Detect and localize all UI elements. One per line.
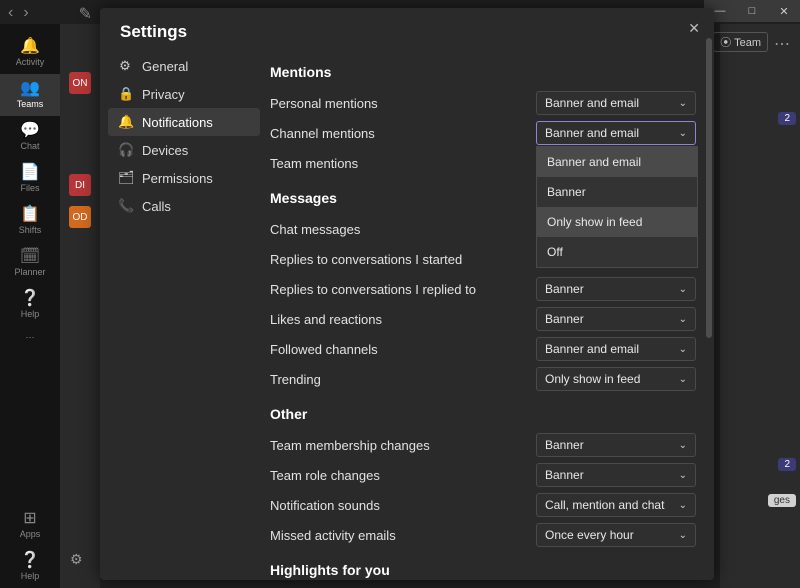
file-icon: 📄 <box>20 165 40 181</box>
settings-nav-privacy[interactable]: 🔒Privacy <box>108 80 260 108</box>
dropdown-membership-changes[interactable]: Banner⌄ <box>536 433 696 457</box>
team-tile[interactable]: ON <box>69 72 91 94</box>
chevron-down-icon: ⌄ <box>679 470 687 481</box>
unread-badge: 2 <box>778 112 796 125</box>
settings-nav-permissions[interactable]: 🗂Permissions <box>108 164 260 192</box>
maximize-button[interactable]: □ <box>736 0 768 22</box>
window-controls: — □ ✕ <box>704 0 800 22</box>
dropdown-personal-mentions[interactable]: Banner and email⌄ <box>536 91 696 115</box>
app-rail: 🔔Activity 👥Teams 💬Chat 📄Files 📋Shifts 🗓P… <box>0 24 60 588</box>
chevron-down-icon: ⌄ <box>679 530 687 541</box>
planner-icon: 🗓 <box>20 249 40 265</box>
settings-nav-calls[interactable]: 📞Calls <box>108 192 260 220</box>
row-notification-sounds: Notification soundsCall, mention and cha… <box>270 490 696 520</box>
forward-arrow[interactable]: › <box>23 4 28 24</box>
compose-icon[interactable]: ✎ <box>79 4 92 24</box>
row-membership-changes: Team membership changesBanner⌄ <box>270 430 696 460</box>
rail-chat[interactable]: 💬Chat <box>0 116 60 158</box>
rail-files[interactable]: 📄Files <box>0 158 60 200</box>
dropdown-role-changes[interactable]: Banner⌄ <box>536 463 696 487</box>
chevron-down-icon: ⌄ <box>679 314 687 325</box>
dropdown-option[interactable]: Banner <box>537 177 697 207</box>
dropdown-menu: Banner and email Banner Only show in fee… <box>536 146 698 268</box>
close-window-button[interactable]: ✕ <box>768 0 800 22</box>
settings-nav-devices[interactable]: 🎧Devices <box>108 136 260 164</box>
chevron-down-icon: ⌄ <box>679 344 687 355</box>
devices-icon: 🎧 <box>118 142 132 158</box>
permissions-icon: 🗂 <box>118 170 132 186</box>
phone-icon: 📞 <box>118 198 132 214</box>
manage-teams-icon[interactable]: ⚙ <box>70 551 83 568</box>
unread-badge: 2 <box>778 458 796 471</box>
shifts-icon: 📋 <box>20 207 40 223</box>
bell-icon: 🔔 <box>20 39 40 55</box>
bell-icon: 🔔 <box>118 114 132 130</box>
chevron-down-icon: ⌄ <box>679 284 687 295</box>
settings-dialog: Settings ✕ ⚙General 🔒Privacy 🔔Notificati… <box>100 8 714 580</box>
gear-icon: ⚙ <box>118 58 132 74</box>
settings-nav-notifications[interactable]: 🔔Notifications <box>108 108 260 136</box>
help-icon: ❔ <box>20 291 40 307</box>
row-personal-mentions: Personal mentions Banner and email⌄ <box>270 88 696 118</box>
rail-more[interactable]: ⋯ <box>26 326 35 349</box>
dropdown-trending[interactable]: Only show in feed⌄ <box>536 367 696 391</box>
msg-badge: ges <box>768 494 796 507</box>
settings-nav-general[interactable]: ⚙General <box>108 52 260 80</box>
section-highlights: Highlights for you <box>270 562 696 578</box>
dropdown-missed-activity[interactable]: Once every hour⌄ <box>536 523 696 547</box>
row-followed-channels: Followed channelsBanner and email⌄ <box>270 334 696 364</box>
dropdown-replies-replied[interactable]: Banner⌄ <box>536 277 696 301</box>
team-tile[interactable]: OD <box>69 206 91 228</box>
section-mentions: Mentions <box>270 64 696 80</box>
nav-arrows: ‹ › ✎ <box>8 4 92 24</box>
chat-icon: 💬 <box>20 123 40 139</box>
scrollbar[interactable] <box>706 38 712 572</box>
rail-help[interactable]: ❔Help <box>0 546 60 588</box>
dropdown-option[interactable]: Only show in feed <box>537 207 697 237</box>
row-missed-activity: Missed activity emailsOnce every hour⌄ <box>270 520 696 550</box>
chevron-down-icon: ⌄ <box>679 500 687 511</box>
chevron-down-icon: ⌄ <box>679 440 687 451</box>
chevron-down-icon: ⌄ <box>679 128 687 139</box>
row-replies-replied: Replies to conversations I replied toBan… <box>270 274 696 304</box>
rail-shifts[interactable]: 📋Shifts <box>0 200 60 242</box>
rail-planner[interactable]: 🗓Planner <box>0 242 60 284</box>
dropdown-likes-reactions[interactable]: Banner⌄ <box>536 307 696 331</box>
dropdown-option[interactable]: Off <box>537 237 697 267</box>
settings-panel: Mentions Personal mentions Banner and em… <box>260 52 714 580</box>
rail-teams[interactable]: 👥Teams <box>0 74 60 116</box>
row-trending: TrendingOnly show in feed⌄ <box>270 364 696 394</box>
team-tile[interactable]: DI <box>69 174 91 196</box>
rail-activity[interactable]: 🔔Activity <box>0 32 60 74</box>
bg-teams-column: ON DI OD <box>60 24 100 588</box>
help-icon: ❔ <box>20 553 40 569</box>
apps-icon: ⊞ <box>23 511 36 527</box>
dropdown-channel-mentions[interactable]: Banner and email⌄ Banner and email Banne… <box>536 121 696 145</box>
chevron-down-icon: ⌄ <box>679 374 687 385</box>
people-icon: 👥 <box>20 81 40 97</box>
channel-more-icon[interactable]: ⋯ <box>774 34 790 54</box>
team-scope-pill[interactable]: ⦿ Team <box>713 32 768 52</box>
settings-nav: ⚙General 🔒Privacy 🔔Notifications 🎧Device… <box>100 52 260 580</box>
settings-title: Settings <box>100 8 714 52</box>
row-role-changes: Team role changesBanner⌄ <box>270 460 696 490</box>
close-icon[interactable]: ✕ <box>688 20 700 37</box>
rail-apps[interactable]: ⊞Apps <box>0 504 60 546</box>
row-likes-reactions: Likes and reactionsBanner⌄ <box>270 304 696 334</box>
rail-help-small[interactable]: ❔Help <box>0 284 60 326</box>
scrollbar-thumb[interactable] <box>706 38 712 338</box>
dropdown-option[interactable]: Banner and email <box>537 147 697 177</box>
chevron-down-icon: ⌄ <box>679 98 687 109</box>
row-channel-mentions: Channel mentions Banner and email⌄ Banne… <box>270 118 696 148</box>
section-other: Other <box>270 406 696 422</box>
dropdown-followed-channels[interactable]: Banner and email⌄ <box>536 337 696 361</box>
dropdown-notification-sounds[interactable]: Call, mention and chat⌄ <box>536 493 696 517</box>
back-arrow[interactable]: ‹ <box>8 4 13 24</box>
lock-icon: 🔒 <box>118 86 132 102</box>
